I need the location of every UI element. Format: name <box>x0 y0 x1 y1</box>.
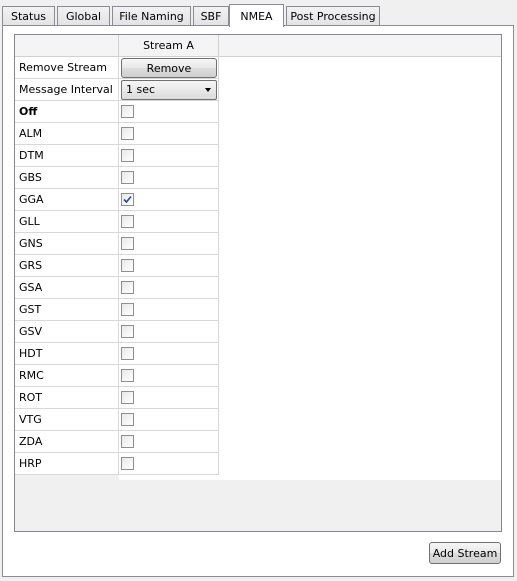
message-cell <box>119 365 219 387</box>
message-label: ALM <box>15 123 119 145</box>
message-checkbox[interactable] <box>121 391 134 404</box>
message-cell <box>119 409 219 431</box>
tab-status[interactable]: Status <box>2 6 55 25</box>
message-cell <box>119 299 219 321</box>
message-row-gga: GGA <box>15 189 219 211</box>
remove-button[interactable]: Remove <box>121 58 217 78</box>
message-checkbox[interactable] <box>121 435 134 448</box>
message-row-gns: GNS <box>15 233 219 255</box>
message-label: HDT <box>15 343 119 365</box>
interval-cell: 1 sec <box>119 79 219 101</box>
message-interval-label: Message Interval <box>15 79 119 101</box>
message-checkbox[interactable] <box>121 105 134 118</box>
message-row-gll: GLL <box>15 211 219 233</box>
message-cell <box>119 101 219 123</box>
message-row-gbs: GBS <box>15 167 219 189</box>
message-row-grs: GRS <box>15 255 219 277</box>
tab-nmea[interactable]: NMEA <box>229 4 284 27</box>
message-cell <box>119 211 219 233</box>
message-interval-row: Message Interval 1 sec <box>15 79 219 101</box>
tab-file-naming[interactable]: File Naming <box>112 6 191 25</box>
message-row-hdt: HDT <box>15 343 219 365</box>
message-checkbox[interactable] <box>121 259 134 272</box>
message-cell <box>119 233 219 255</box>
message-checkbox[interactable] <box>121 171 134 184</box>
interval-select[interactable]: 1 sec <box>121 80 217 100</box>
message-label: GRS <box>15 255 119 277</box>
message-cell <box>119 431 219 453</box>
message-cell <box>119 145 219 167</box>
message-cell <box>119 123 219 145</box>
message-row-hrp: HRP <box>15 453 219 475</box>
message-row-gsv: GSV <box>15 321 219 343</box>
message-label: ZDA <box>15 431 119 453</box>
message-cell <box>119 255 219 277</box>
chevron-down-icon <box>205 88 211 92</box>
message-cell <box>119 387 219 409</box>
message-row-rot: ROT <box>15 387 219 409</box>
message-checkbox[interactable] <box>121 303 134 316</box>
message-checkbox[interactable] <box>121 237 134 250</box>
message-label: ROT <box>15 387 119 409</box>
remove-stream-row: Remove Stream Remove <box>15 57 219 79</box>
message-row-dtm: DTM <box>15 145 219 167</box>
message-cell <box>119 343 219 365</box>
message-checkbox[interactable] <box>121 127 134 140</box>
message-label: GBS <box>15 167 119 189</box>
message-checkbox[interactable] <box>121 413 134 426</box>
message-checkbox[interactable] <box>121 457 134 470</box>
message-label: GSV <box>15 321 119 343</box>
nmea-panel: Stream A Remove Stream Remove Message In… <box>2 25 514 577</box>
message-row-rmc: RMC <box>15 365 219 387</box>
message-label: GST <box>15 299 119 321</box>
message-label: HRP <box>15 453 119 475</box>
grid-header-row: Stream A <box>15 35 501 57</box>
column-header-stream-a[interactable]: Stream A <box>119 35 219 57</box>
message-checkbox[interactable] <box>121 281 134 294</box>
message-row-alm: ALM <box>15 123 219 145</box>
message-checkbox[interactable] <box>121 149 134 162</box>
message-row-off: Off <box>15 101 219 123</box>
message-label: GSA <box>15 277 119 299</box>
corner-cell <box>15 35 119 57</box>
message-checkbox[interactable] <box>121 215 134 228</box>
message-label: GNS <box>15 233 119 255</box>
message-label: Off <box>15 101 119 123</box>
message-label: GLL <box>15 211 119 233</box>
add-stream-button[interactable]: Add Stream <box>429 542 501 564</box>
message-row-zda: ZDA <box>15 431 219 453</box>
message-label: VTG <box>15 409 119 431</box>
grid-empty-area <box>119 480 501 531</box>
message-row-vtg: VTG <box>15 409 219 431</box>
tab-post-processing[interactable]: Post Processing <box>286 6 380 25</box>
remove-stream-label: Remove Stream <box>15 57 119 79</box>
message-checkbox[interactable] <box>121 369 134 382</box>
tab-sbf[interactable]: SBF <box>193 6 229 25</box>
message-checkbox[interactable] <box>121 347 134 360</box>
message-row-gsa: GSA <box>15 277 219 299</box>
message-cell <box>119 277 219 299</box>
remove-cell: Remove <box>119 57 219 79</box>
interval-select-value: 1 sec <box>126 83 156 96</box>
message-label: GGA <box>15 189 119 211</box>
header-filler <box>219 35 501 57</box>
stream-grid: Stream A Remove Stream Remove Message In… <box>14 34 502 532</box>
message-label: DTM <box>15 145 119 167</box>
message-cell <box>119 321 219 343</box>
message-cell <box>119 453 219 475</box>
message-cell <box>119 189 219 211</box>
checkmark-icon <box>123 195 132 204</box>
message-checkbox[interactable] <box>121 325 134 338</box>
message-row-gst: GST <box>15 299 219 321</box>
message-checkbox[interactable] <box>121 193 134 206</box>
message-label: RMC <box>15 365 119 387</box>
tab-global[interactable]: Global <box>57 6 110 25</box>
message-cell <box>119 167 219 189</box>
